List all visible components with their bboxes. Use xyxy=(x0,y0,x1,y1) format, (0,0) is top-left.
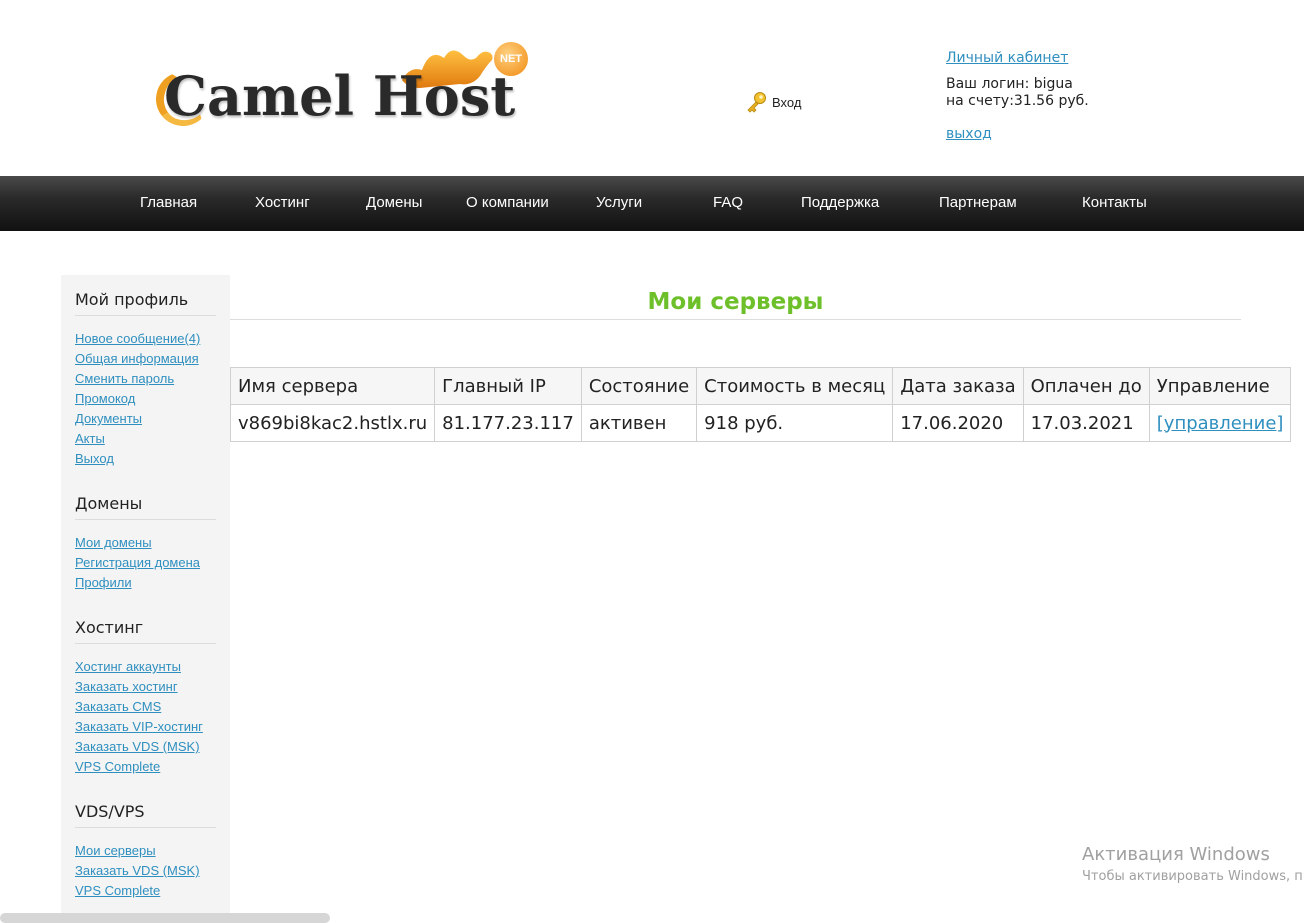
server-name-cell: v869bi8kac2.hstlx.ru xyxy=(229,404,436,442)
sidebar-link-order-vds-msk-2[interactable]: Заказать VDS (MSK) xyxy=(75,861,216,881)
login-info: Ваш логин: bigua xyxy=(946,76,1073,92)
manage-cell: [управление] xyxy=(1148,404,1292,442)
sidebar-link-exit[interactable]: Выход xyxy=(75,449,216,469)
sidebar-link-my-domains[interactable]: Мои домены xyxy=(75,533,216,553)
watermark-subtitle: Чтобы активировать Windows, п xyxy=(1082,869,1303,884)
nav-item-domains[interactable]: Домены xyxy=(366,176,422,231)
nav-item-services[interactable]: Услуги xyxy=(596,176,642,231)
sidebar-title: Мой профиль xyxy=(75,289,216,316)
column-header: Оплачен до xyxy=(1022,367,1150,405)
monthly-cost-cell: 918 руб. xyxy=(696,404,894,442)
column-header: Дата заказа xyxy=(892,367,1024,405)
sidebar: Мой профиль Новое сообщение(4) Общая инф… xyxy=(61,275,230,923)
nav-item-hosting[interactable]: Хостинг xyxy=(255,176,310,231)
sidebar-link-vps-complete-2[interactable]: VPS Complete xyxy=(75,881,216,901)
sidebar-title: Домены xyxy=(75,493,216,520)
sidebar-section-domains: Домены Мои домены Регистрация домена Про… xyxy=(75,493,216,593)
status-cell: активен xyxy=(580,404,698,442)
page-title: Мои серверы xyxy=(230,285,1241,320)
nav-item-faq[interactable]: FAQ xyxy=(713,176,743,231)
manage-link[interactable]: [управление] xyxy=(1157,413,1284,434)
nav-item-about[interactable]: О компании xyxy=(466,176,549,231)
main-nav: Главная Хостинг Домены О компании Услуги… xyxy=(0,176,1304,231)
sidebar-link-documents[interactable]: Документы xyxy=(75,409,216,429)
sidebar-title: Хостинг xyxy=(75,617,216,644)
watermark-title: Активация Windows xyxy=(1082,844,1270,865)
column-header: Управление xyxy=(1148,367,1292,405)
main-ip-cell: 81.177.23.117 xyxy=(434,404,582,442)
nav-item-contacts[interactable]: Контакты xyxy=(1082,176,1147,231)
login-label: Вход xyxy=(772,94,802,110)
paid-until-cell: 17.03.2021 xyxy=(1022,404,1150,442)
personal-cabinet-link[interactable]: Личный кабинет xyxy=(946,50,1089,67)
logout-link[interactable]: выход xyxy=(946,126,1089,143)
sidebar-link-order-vds-msk[interactable]: Заказать VDS (MSK) xyxy=(75,737,216,757)
sidebar-link-profiles[interactable]: Профили xyxy=(75,573,216,593)
sidebar-link-order-cms[interactable]: Заказать CMS xyxy=(75,697,216,717)
nav-item-partners[interactable]: Партнерам xyxy=(939,176,1017,231)
servers-table: Имя сервера Главный IP Состояние Стоимос… xyxy=(229,367,1292,442)
column-header: Состояние xyxy=(580,367,698,405)
order-date-cell: 17.06.2020 xyxy=(892,404,1024,442)
table-header-row: Имя сервера Главный IP Состояние Стоимос… xyxy=(229,367,1292,405)
balance-info: на счету:31.56 руб. xyxy=(946,93,1089,109)
sidebar-link-order-hosting[interactable]: Заказать хостинг xyxy=(75,677,216,697)
sidebar-link-general-info[interactable]: Общая информация xyxy=(75,349,216,369)
sidebar-section-profile: Мой профиль Новое сообщение(4) Общая инф… xyxy=(75,289,216,469)
table-row: v869bi8kac2.hstlx.ru 81.177.23.117 актив… xyxy=(229,404,1292,442)
sidebar-link-acts[interactable]: Акты xyxy=(75,429,216,449)
sidebar-section-hosting: Хостинг Хостинг аккаунты Заказать хостин… xyxy=(75,617,216,777)
column-header: Главный IP xyxy=(434,367,582,405)
site-logo[interactable]: NET Camel Host xyxy=(150,36,540,136)
column-header: Имя сервера xyxy=(229,367,436,405)
site-header: NET Camel Host Вход Личный кабинет Ваш л… xyxy=(0,0,1304,176)
sidebar-link-vps-complete[interactable]: VPS Complete xyxy=(75,757,216,777)
sidebar-link-my-servers[interactable]: Мои серверы xyxy=(75,841,216,861)
account-panel: Личный кабинет Ваш логин: bigua на счету… xyxy=(946,50,1089,143)
sidebar-section-vds: VDS/VPS Мои серверы Заказать VDS (MSK) V… xyxy=(75,801,216,901)
sidebar-link-order-vip-hosting[interactable]: Заказать VIP-хостинг xyxy=(75,717,216,737)
windows-activation-watermark: Активация Windows Чтобы активировать Win… xyxy=(1082,843,1304,887)
logo-text: Camel Host xyxy=(164,64,516,128)
nav-item-support[interactable]: Поддержка xyxy=(801,176,879,231)
key-icon xyxy=(747,92,766,113)
sidebar-link-hosting-accounts[interactable]: Хостинг аккаунты xyxy=(75,657,216,677)
sidebar-link-register-domain[interactable]: Регистрация домена xyxy=(75,553,216,573)
sidebar-title: VDS/VPS xyxy=(75,801,216,828)
horizontal-scrollbar[interactable] xyxy=(0,913,330,923)
login-link[interactable]: Вход xyxy=(745,90,801,114)
column-header: Стоимость в месяц xyxy=(696,367,894,405)
sidebar-link-new-message[interactable]: Новое сообщение(4) xyxy=(75,329,216,349)
sidebar-link-promocode[interactable]: Промокод xyxy=(75,389,216,409)
sidebar-link-change-password[interactable]: Сменить пароль xyxy=(75,369,216,389)
nav-item-home[interactable]: Главная xyxy=(140,176,197,231)
